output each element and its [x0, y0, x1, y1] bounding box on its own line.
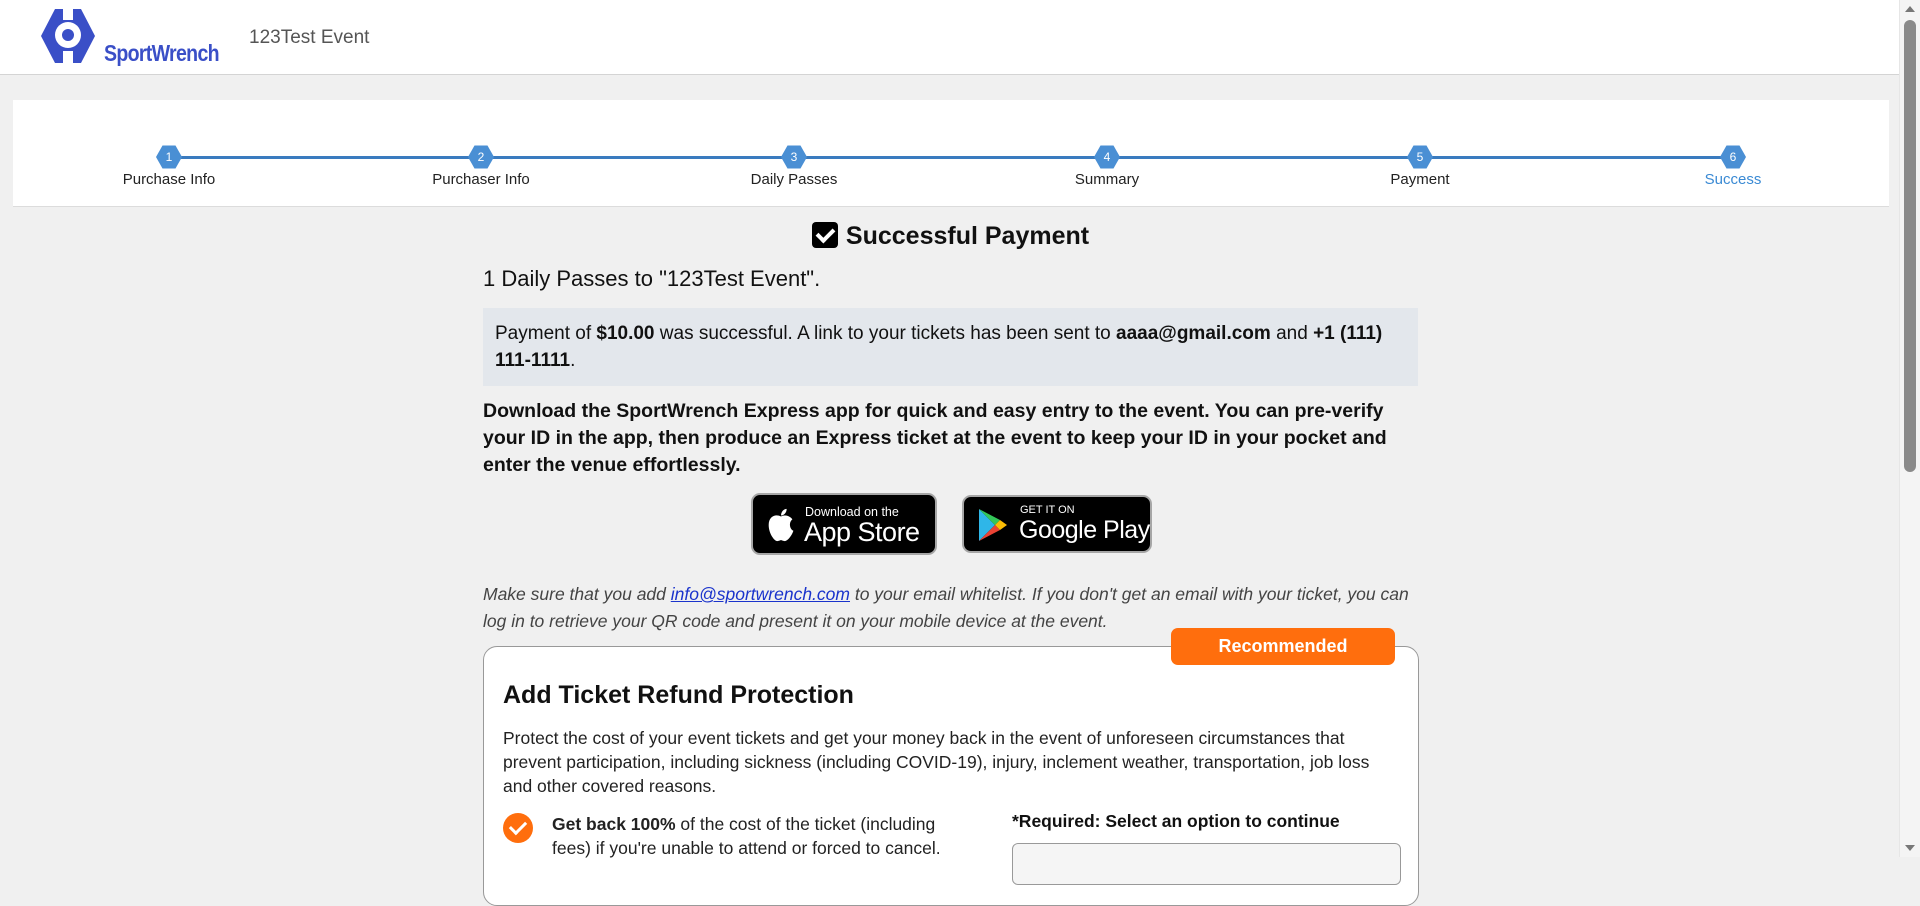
step-number: 1	[156, 145, 182, 169]
step-summary: 4 Summary	[1007, 144, 1207, 188]
step-label: Purchase Info	[122, 171, 216, 188]
step-number: 3	[781, 145, 807, 169]
benefit-bold: Get back 100%	[552, 814, 676, 834]
payment-amount: $10.00	[596, 323, 655, 344]
scroll-up-arrow-icon[interactable]	[1905, 6, 1915, 12]
scrollbar-thumb[interactable]	[1904, 20, 1916, 472]
googleplay-big-text: Google Play	[1019, 516, 1150, 544]
scroll-down-arrow-icon[interactable]	[1905, 845, 1915, 851]
recommended-badge: Recommended	[1171, 628, 1395, 665]
email-whitelist-note: Make sure that you add info@sportwrench.…	[483, 581, 1418, 635]
apple-icon	[768, 508, 794, 542]
appstore-big-text: App Store	[804, 517, 920, 547]
whitelist-prefix: Make sure that you add	[483, 584, 671, 604]
recipient-email: aaaa@gmail.com	[1116, 323, 1271, 344]
wrench-logo-icon	[41, 6, 95, 66]
google-play-icon	[979, 509, 1007, 541]
sportwrench-logo[interactable]: SportWrench	[38, 6, 220, 70]
refund-card-description: Protect the cost of your event tickets a…	[503, 728, 1370, 796]
top-header: SportWrench 123Test Event	[0, 0, 1900, 75]
step-label: Purchaser Info	[432, 171, 530, 188]
step-success: 6 Success	[1633, 144, 1833, 188]
refund-option-select[interactable]	[1012, 843, 1401, 885]
googleplay-small-text: GET IT ON	[1020, 504, 1075, 516]
step-number: 4	[1094, 145, 1120, 169]
step-label: Summary	[1074, 171, 1140, 188]
step-payment: 5 Payment	[1320, 144, 1520, 188]
payment-prefix: Payment of	[495, 323, 597, 344]
support-email-link[interactable]: info@sportwrench.com	[671, 584, 850, 604]
refund-card-title: Add Ticket Refund Protection	[503, 681, 854, 709]
event-title: 123Test Event	[249, 27, 370, 48]
passes-summary: 1 Daily Passes to "123Test Event".	[483, 266, 821, 291]
success-heading: Successful Payment	[483, 222, 1418, 251]
step-label: Payment	[1390, 171, 1450, 188]
logo-text: SportWrench	[104, 40, 220, 66]
step-purchase-info: 1 Purchase Info	[69, 144, 269, 188]
payment-and: and	[1270, 323, 1314, 344]
google-play-button[interactable]: GET IT ON Google Play	[962, 495, 1152, 553]
download-app-text: Download the SportWrench Express app for…	[483, 400, 1387, 476]
checkbox-checked-icon	[811, 222, 838, 248]
step-number: 5	[1407, 145, 1433, 169]
payment-mid: was successful. A link to your tickets h…	[654, 323, 1117, 344]
success-heading-text: Successful Payment	[845, 222, 1090, 250]
refund-protection-card: Add Ticket Refund Protection Protect the…	[483, 646, 1419, 906]
payment-confirmation-box: Payment of $10.00 was successful. A link…	[483, 308, 1418, 386]
step-purchaser-info: 2 Purchaser Info	[381, 144, 581, 188]
step-label: Success	[1704, 171, 1762, 188]
step-number: 6	[1720, 145, 1746, 169]
page-scrollbar[interactable]	[1899, 0, 1920, 857]
refund-benefit-text: Get back 100% of the cost of the ticket …	[552, 812, 972, 860]
step-number: 2	[468, 145, 494, 169]
payment-end: .	[570, 350, 576, 371]
step-daily-passes: 3 Daily Passes	[694, 144, 894, 188]
check-circle-icon	[503, 813, 533, 843]
required-option-label: *Required: Select an option to continue	[1012, 811, 1340, 831]
checkout-stepper: 1 Purchase Info 2 Purchaser Info 3 Daily…	[13, 100, 1889, 207]
app-store-button[interactable]: Download on the App Store	[751, 493, 937, 555]
step-label: Daily Passes	[750, 171, 838, 188]
